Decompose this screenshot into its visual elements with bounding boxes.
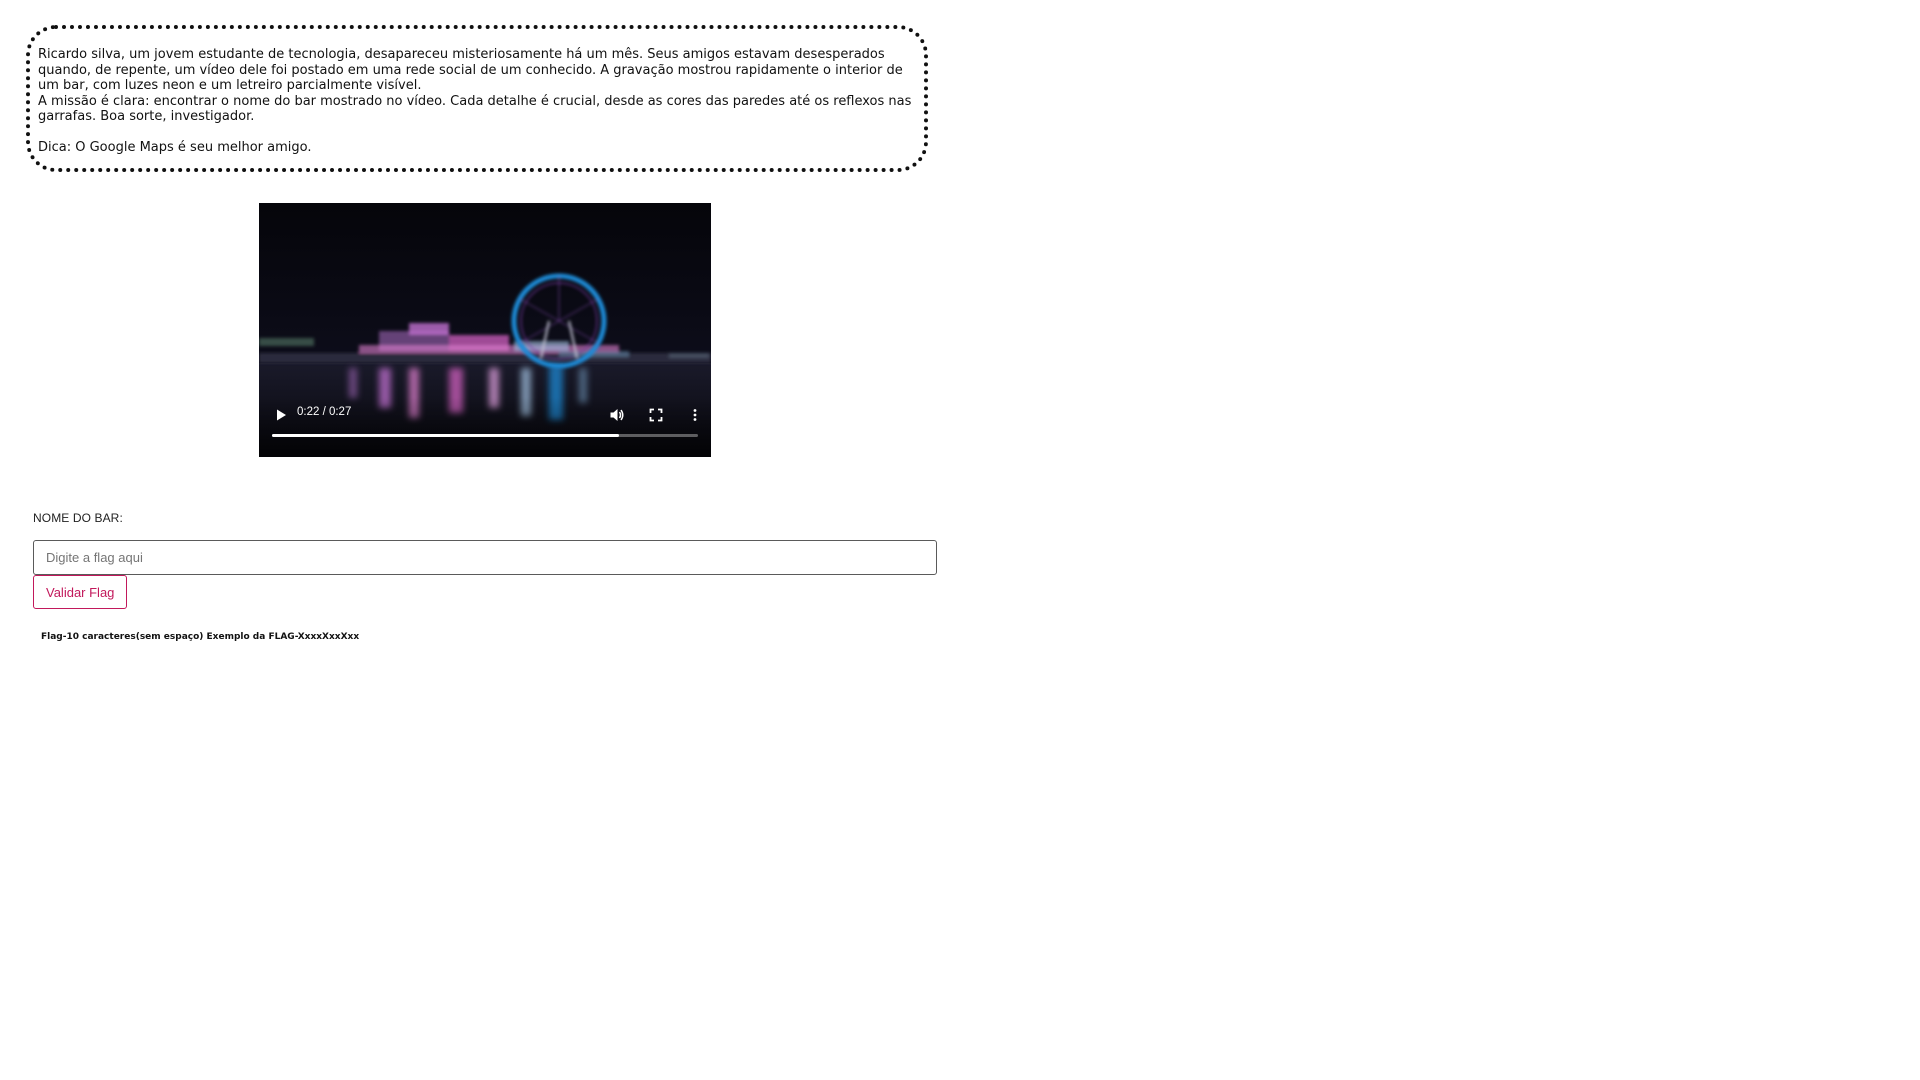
video-controls: 0:22 / 0:27 bbox=[259, 397, 711, 457]
play-icon bbox=[277, 409, 286, 421]
story-box: Ricardo silva, um jovem estudante de tec… bbox=[26, 25, 928, 172]
flag-input[interactable] bbox=[33, 540, 937, 575]
fullscreen-icon bbox=[649, 408, 663, 422]
story-paragraph-intro: Ricardo silva, um jovem estudante de tec… bbox=[38, 47, 903, 93]
volume-button[interactable] bbox=[604, 402, 630, 428]
video-progress-bar[interactable] bbox=[272, 434, 698, 437]
video-player[interactable]: 0:22 / 0:27 bbox=[259, 203, 711, 457]
flag-format-note: Flag-10 caracteres(sem espaço) Exemplo d… bbox=[41, 632, 360, 642]
video-progress-fill bbox=[272, 434, 620, 437]
bar-name-label: NOME DO BAR: bbox=[33, 511, 123, 525]
fullscreen-button[interactable] bbox=[643, 402, 669, 428]
validate-flag-button[interactable]: Validar Flag bbox=[33, 575, 128, 609]
time-display: 0:22 / 0:27 bbox=[297, 406, 352, 418]
more-options-button[interactable] bbox=[682, 402, 708, 428]
volume-icon bbox=[610, 409, 624, 421]
story-hint: Dica: O Google Maps é seu melhor amigo. bbox=[38, 140, 312, 155]
more-vertical-icon bbox=[693, 409, 697, 421]
story-spacer bbox=[38, 125, 912, 141]
play-button[interactable] bbox=[268, 402, 294, 428]
story-paragraph-mission: A missão é clara: encontrar o nome do ba… bbox=[38, 93, 912, 125]
